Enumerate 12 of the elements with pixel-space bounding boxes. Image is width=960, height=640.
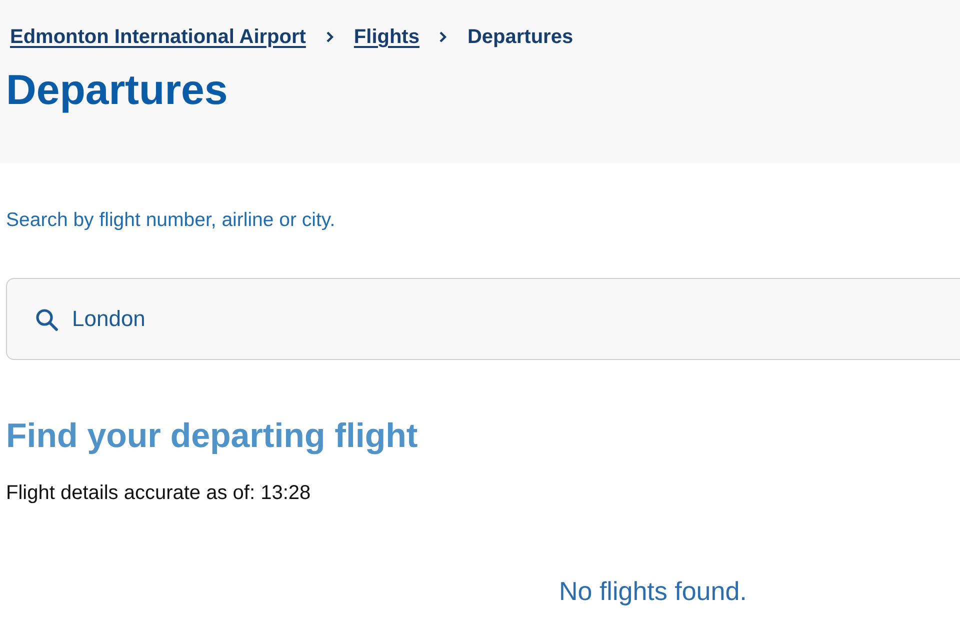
breadcrumb-current: Departures: [467, 25, 574, 50]
section-heading: Find your departing flight: [6, 416, 419, 456]
empty-results-message: No flights found.: [559, 576, 748, 606]
chevron-icon: [439, 31, 448, 43]
chevron-icon: [326, 31, 334, 43]
page-title: Departures: [6, 66, 229, 114]
search-instructions: Search by flight number, airline or city.: [6, 210, 336, 230]
breadcrumb-link[interactable]: Edmonton International Airport: [10, 24, 306, 50]
search-field[interactable]: London: [6, 278, 960, 360]
update-time-text: Flight details accurate as of: 13:28: [6, 483, 312, 503]
search-icon: [35, 308, 58, 331]
breadcrumb-link[interactable]: Flights: [354, 24, 420, 50]
